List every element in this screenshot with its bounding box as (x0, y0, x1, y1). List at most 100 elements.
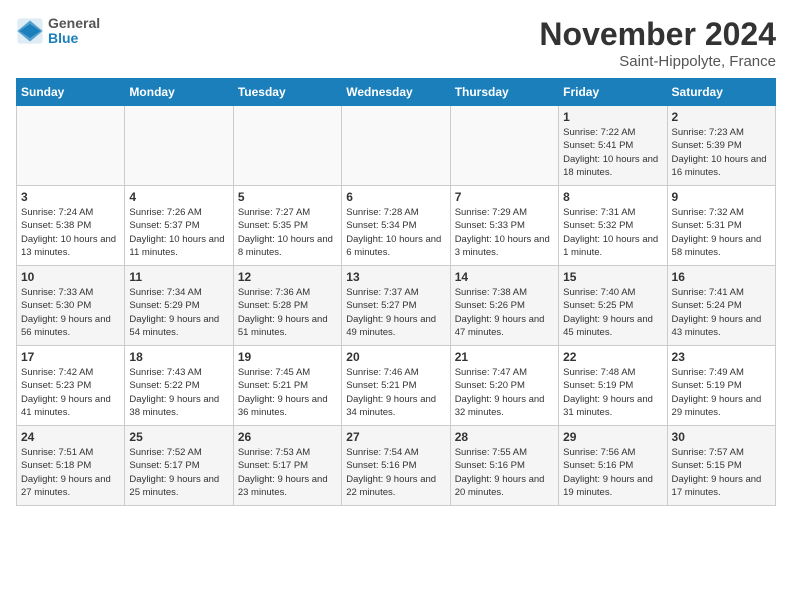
cell-info: Sunrise: 7:54 AM Sunset: 5:16 PM Dayligh… (346, 446, 445, 499)
cell-info: Sunrise: 7:27 AM Sunset: 5:35 PM Dayligh… (238, 206, 337, 259)
cell-info: Sunrise: 7:23 AM Sunset: 5:39 PM Dayligh… (672, 126, 771, 179)
calendar-cell: 29 Sunrise: 7:56 AM Sunset: 5:16 PM Dayli… (559, 426, 667, 506)
calendar-cell: 13 Sunrise: 7:37 AM Sunset: 5:27 PM Dayli… (342, 266, 450, 346)
cell-info: Sunrise: 7:42 AM Sunset: 5:23 PM Dayligh… (21, 366, 120, 419)
cell-info: Sunrise: 7:41 AM Sunset: 5:24 PM Dayligh… (672, 286, 771, 339)
calendar-week-5: 24Sunrise: 7:51 AM Sunset: 5:18 PM Dayli… (17, 426, 776, 506)
cell-info: Sunrise: 7:56 AM Sunset: 5:16 PM Dayligh… (563, 446, 662, 499)
cell-info: Sunrise: 7:49 AM Sunset: 5:19 PM Dayligh… (672, 366, 771, 419)
calendar-cell: 5 Sunrise: 7:27 AM Sunset: 5:35 PM Daylig… (233, 186, 341, 266)
day-number: 18 (129, 350, 228, 364)
calendar-cell: 10 Sunrise: 7:33 AM Sunset: 5:30 PM Dayli… (17, 266, 125, 346)
cell-info: Sunrise: 7:36 AM Sunset: 5:28 PM Dayligh… (238, 286, 337, 339)
cell-info: Sunrise: 7:34 AM Sunset: 5:29 PM Dayligh… (129, 286, 228, 339)
calendar-body: 1Sunrise: 7:22 AM Sunset: 5:41 PM Daylig… (17, 106, 776, 506)
cell-info: Sunrise: 7:53 AM Sunset: 5:17 PM Dayligh… (238, 446, 337, 499)
calendar-week-2: 3Sunrise: 7:24 AM Sunset: 5:38 PM Daylig… (17, 186, 776, 266)
calendar-cell: 11Sunrise: 7:34 AM Sunset: 5:29 PM Dayli… (125, 266, 233, 346)
calendar-cell: 6Sunrise: 7:28 AM Sunset: 5:34 PM Daylig… (342, 186, 450, 266)
cell-info: Sunrise: 7:29 AM Sunset: 5:33 PM Dayligh… (455, 206, 554, 259)
calendar-week-1: 1Sunrise: 7:22 AM Sunset: 5:41 PM Daylig… (17, 106, 776, 186)
day-number: 7 (455, 190, 554, 204)
calendar-cell: 26Sunrise: 7:53 AM Sunset: 5:17 PM Dayli… (233, 426, 341, 506)
day-number: 29 (563, 430, 662, 444)
calendar-cell: 25Sunrise: 7:52 AM Sunset: 5:17 PM Dayli… (125, 426, 233, 506)
page-header: General Blue November 2024 Saint-Hippoly… (16, 16, 776, 70)
cell-info: Sunrise: 7:47 AM Sunset: 5:20 PM Dayligh… (455, 366, 554, 419)
day-header-sunday: Sunday (17, 79, 125, 106)
day-number: 14 (455, 270, 554, 284)
month-title: November 2024 (539, 16, 776, 53)
day-header-tuesday: Tuesday (233, 79, 341, 106)
calendar-cell (233, 106, 341, 186)
cell-info: Sunrise: 7:37 AM Sunset: 5:27 PM Dayligh… (346, 286, 445, 339)
calendar-week-4: 17 Sunrise: 7:42 AM Sunset: 5:23 PM Dayli… (17, 346, 776, 426)
title-block: November 2024 Saint-Hippolyte, France (539, 16, 776, 70)
logo: General Blue (16, 16, 100, 47)
day-number: 27 (346, 430, 445, 444)
calendar-cell (17, 106, 125, 186)
calendar-cell: 1Sunrise: 7:22 AM Sunset: 5:41 PM Daylig… (559, 106, 667, 186)
day-number: 16 (672, 270, 771, 284)
day-number: 5 (238, 190, 337, 204)
day-number: 17 (21, 350, 120, 364)
calendar-cell: 14 Sunrise: 7:38 AM Sunset: 5:26 PM Dayli… (450, 266, 558, 346)
calendar-cell (450, 106, 558, 186)
calendar-cell: 17 Sunrise: 7:42 AM Sunset: 5:23 PM Dayli… (17, 346, 125, 426)
cell-info: Sunrise: 7:33 AM Sunset: 5:30 PM Dayligh… (21, 286, 120, 339)
day-header-friday: Friday (559, 79, 667, 106)
calendar-cell: 8Sunrise: 7:31 AM Sunset: 5:32 PM Daylig… (559, 186, 667, 266)
day-number: 23 (672, 350, 771, 364)
calendar-cell: 20 Sunrise: 7:46 AM Sunset: 5:21 PM Dayli… (342, 346, 450, 426)
cell-info: Sunrise: 7:51 AM Sunset: 5:18 PM Dayligh… (21, 446, 120, 499)
logo-icon (16, 17, 44, 45)
cell-info: Sunrise: 7:48 AM Sunset: 5:19 PM Dayligh… (563, 366, 662, 419)
cell-info: Sunrise: 7:46 AM Sunset: 5:21 PM Dayligh… (346, 366, 445, 419)
cell-info: Sunrise: 7:55 AM Sunset: 5:16 PM Dayligh… (455, 446, 554, 499)
day-number: 8 (563, 190, 662, 204)
calendar-cell: 2 Sunrise: 7:23 AM Sunset: 5:39 PM Daylig… (667, 106, 775, 186)
day-number: 13 (346, 270, 445, 284)
cell-info: Sunrise: 7:43 AM Sunset: 5:22 PM Dayligh… (129, 366, 228, 419)
cell-info: Sunrise: 7:52 AM Sunset: 5:17 PM Dayligh… (129, 446, 228, 499)
calendar-cell: 16 Sunrise: 7:41 AM Sunset: 5:24 PM Dayli… (667, 266, 775, 346)
cell-info: Sunrise: 7:40 AM Sunset: 5:25 PM Dayligh… (563, 286, 662, 339)
calendar-cell: 30Sunrise: 7:57 AM Sunset: 5:15 PM Dayli… (667, 426, 775, 506)
day-number: 21 (455, 350, 554, 364)
logo-text: General Blue (48, 16, 100, 47)
day-number: 6 (346, 190, 445, 204)
cell-info: Sunrise: 7:26 AM Sunset: 5:37 PM Dayligh… (129, 206, 228, 259)
location: Saint-Hippolyte, France (539, 53, 776, 70)
day-number: 1 (563, 110, 662, 124)
calendar-cell: 18 Sunrise: 7:43 AM Sunset: 5:22 PM Dayli… (125, 346, 233, 426)
calendar-cell: 21 Sunrise: 7:47 AM Sunset: 5:20 PM Dayli… (450, 346, 558, 426)
logo-line2: Blue (48, 31, 100, 46)
day-number: 9 (672, 190, 771, 204)
day-header-wednesday: Wednesday (342, 79, 450, 106)
calendar-cell: 22 Sunrise: 7:48 AM Sunset: 5:19 PM Dayli… (559, 346, 667, 426)
calendar-cell: 24Sunrise: 7:51 AM Sunset: 5:18 PM Dayli… (17, 426, 125, 506)
day-number: 20 (346, 350, 445, 364)
cell-info: Sunrise: 7:38 AM Sunset: 5:26 PM Dayligh… (455, 286, 554, 339)
calendar-cell: 3Sunrise: 7:24 AM Sunset: 5:38 PM Daylig… (17, 186, 125, 266)
day-number: 22 (563, 350, 662, 364)
calendar-cell: 9 Sunrise: 7:32 AM Sunset: 5:31 PM Daylig… (667, 186, 775, 266)
logo-line1: General (48, 16, 100, 31)
calendar-cell: 15 Sunrise: 7:40 AM Sunset: 5:25 PM Dayli… (559, 266, 667, 346)
cell-info: Sunrise: 7:32 AM Sunset: 5:31 PM Dayligh… (672, 206, 771, 259)
calendar-table: SundayMondayTuesdayWednesdayThursdayFrid… (16, 78, 776, 506)
calendar-week-3: 10 Sunrise: 7:33 AM Sunset: 5:30 PM Dayli… (17, 266, 776, 346)
day-number: 28 (455, 430, 554, 444)
day-number: 15 (563, 270, 662, 284)
cell-info: Sunrise: 7:57 AM Sunset: 5:15 PM Dayligh… (672, 446, 771, 499)
day-header-monday: Monday (125, 79, 233, 106)
calendar-cell: 4Sunrise: 7:26 AM Sunset: 5:37 PM Daylig… (125, 186, 233, 266)
cell-info: Sunrise: 7:24 AM Sunset: 5:38 PM Dayligh… (21, 206, 120, 259)
calendar-cell (125, 106, 233, 186)
cell-info: Sunrise: 7:45 AM Sunset: 5:21 PM Dayligh… (238, 366, 337, 419)
calendar-cell: 23 Sunrise: 7:49 AM Sunset: 5:19 PM Dayli… (667, 346, 775, 426)
calendar-header-row: SundayMondayTuesdayWednesdayThursdayFrid… (17, 79, 776, 106)
day-number: 10 (21, 270, 120, 284)
day-number: 2 (672, 110, 771, 124)
day-number: 12 (238, 270, 337, 284)
